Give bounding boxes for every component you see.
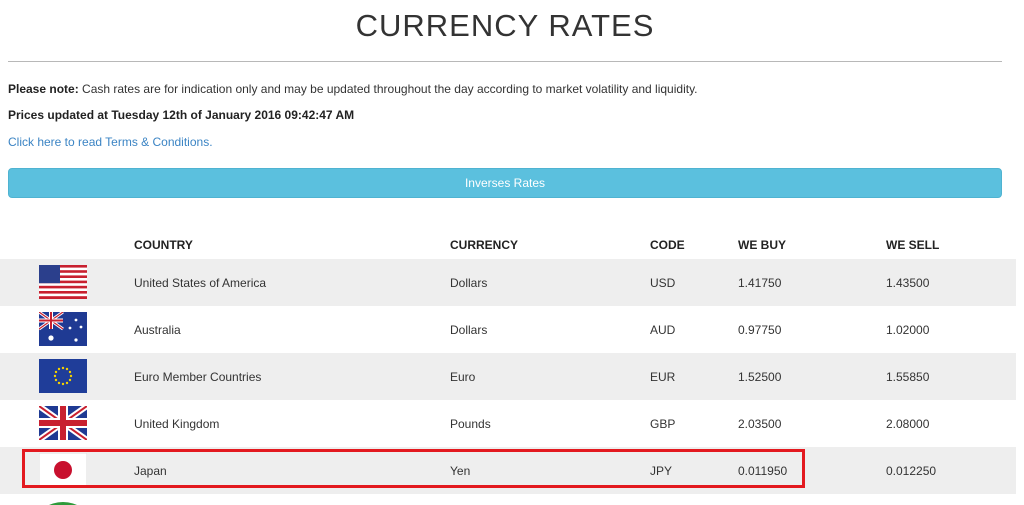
- country-cell: United States of America: [134, 259, 450, 306]
- country-cell: United Kingdom: [134, 400, 450, 447]
- table-row: United States of America Dollars USD 1.4…: [0, 259, 1016, 306]
- rates-table: COUNTRY CURRENCY CODE WE BUY WE SELL Uni…: [0, 230, 1016, 494]
- disclaimer-note: Please note: Cash rates are for indicati…: [8, 82, 698, 96]
- country-cell: Australia: [134, 306, 450, 353]
- code-cell: USD: [650, 259, 738, 306]
- country-cell: Euro Member Countries: [134, 353, 450, 400]
- currency-cell: Euro: [450, 353, 650, 400]
- code-cell: AUD: [650, 306, 738, 353]
- table-row: United Kingdom Pounds GBP 2.03500 2.0800…: [0, 400, 1016, 447]
- terms-link[interactable]: Click here to read Terms & Conditions.: [8, 135, 213, 149]
- currency-cell: Yen: [450, 447, 650, 494]
- header-code: CODE: [650, 237, 685, 252]
- code-cell: GBP: [650, 400, 738, 447]
- title-divider: [8, 61, 1002, 62]
- sell-cell: 2.08000: [886, 400, 1016, 447]
- header-country: COUNTRY: [134, 237, 193, 252]
- country-cell: Japan: [134, 447, 450, 494]
- sell-cell: 1.02000: [886, 306, 1016, 353]
- page-title: CURRENCY RATES: [355, 8, 655, 43]
- currency-rates-page: CURRENCY RATES Please note: Cash rates a…: [0, 0, 1024, 505]
- prices-updated-text: Prices updated at Tuesday 12th of Januar…: [8, 108, 355, 122]
- buy-cell: 1.52500: [738, 353, 886, 400]
- buy-cell: 0.97750: [738, 306, 886, 353]
- usa-flag-icon: [39, 265, 87, 299]
- note-label: Please note:: [8, 82, 79, 96]
- code-cell: JPY: [650, 447, 738, 494]
- buy-cell: 1.41750: [738, 259, 886, 306]
- header-we-buy: WE BUY: [738, 237, 786, 252]
- header-currency: CURRENCY: [450, 237, 519, 252]
- japan-flag-icon: [39, 453, 87, 487]
- sell-cell: 0.012250: [886, 447, 1016, 494]
- table-row: Australia Dollars AUD 0.97750 1.02000: [0, 306, 1016, 353]
- uk-flag-icon: [39, 406, 87, 440]
- currency-cell: Pounds: [450, 400, 650, 447]
- sell-cell: 1.55850: [886, 353, 1016, 400]
- buy-cell: 0.011950: [738, 447, 886, 494]
- note-text: Cash rates are for indication only and m…: [78, 82, 698, 96]
- currency-cell: Dollars: [450, 306, 650, 353]
- header-flag: [0, 230, 134, 259]
- code-cell: EUR: [650, 353, 738, 400]
- next-flag-icon: [49, 502, 77, 505]
- buy-cell: 2.03500: [738, 400, 886, 447]
- currency-cell: Dollars: [450, 259, 650, 306]
- table-row: Euro Member Countries Euro EUR 1.52500 1…: [0, 353, 1016, 400]
- header-we-sell: WE SELL: [886, 237, 940, 252]
- australia-flag-icon: [39, 312, 87, 346]
- inverse-rates-button[interactable]: Inverses Rates: [8, 168, 1002, 198]
- sell-cell: 1.43500: [886, 259, 1016, 306]
- table-header-row: COUNTRY CURRENCY CODE WE BUY WE SELL: [0, 230, 1016, 259]
- eu-flag-icon: [39, 359, 87, 393]
- table-row: Japan Yen JPY 0.011950 0.012250: [0, 447, 1016, 494]
